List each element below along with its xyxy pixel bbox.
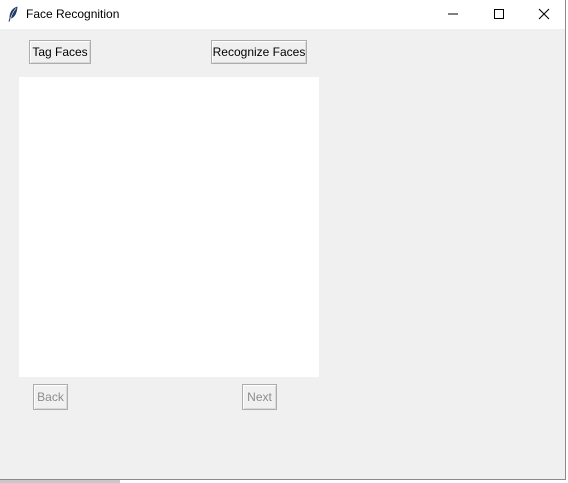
maximize-button[interactable] xyxy=(476,0,522,29)
window-title: Face Recognition xyxy=(26,7,120,21)
maximize-icon xyxy=(494,9,504,19)
title-bar[interactable]: Face Recognition xyxy=(0,0,565,29)
image-canvas xyxy=(19,77,319,377)
feather-icon xyxy=(7,6,19,22)
minimize-button[interactable] xyxy=(430,0,476,29)
next-button[interactable]: Next xyxy=(242,384,277,410)
tag-faces-button[interactable]: Tag Faces xyxy=(29,40,91,64)
close-icon xyxy=(538,8,550,20)
recognize-faces-button[interactable]: Recognize Faces xyxy=(211,40,307,64)
minimize-icon xyxy=(448,13,458,15)
app-window: Face Recognition Tag Faces Recognize Fac… xyxy=(0,0,566,480)
close-button[interactable] xyxy=(521,0,565,29)
client-area: Tag Faces Recognize Faces Back Next xyxy=(0,29,565,479)
back-button[interactable]: Back xyxy=(33,384,68,410)
